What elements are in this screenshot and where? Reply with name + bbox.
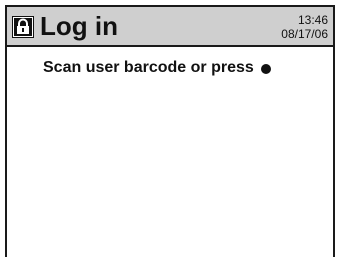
page-title: Log in [40,11,118,41]
date-label: 08/17/06 [281,27,328,41]
title-bar: Log in 13:46 08/17/06 [7,7,333,47]
scan-prompt: Scan user barcode or press [43,57,271,79]
time-label: 13:46 [297,13,328,27]
lock-icon [12,16,34,38]
device-screen: Log in 13:46 08/17/06 Scan user barcode … [5,5,335,257]
scan-prompt-text: Scan user barcode or press [43,59,254,76]
round-button-icon [260,64,271,74]
clock: 13:46 08/17/06 [281,13,328,41]
